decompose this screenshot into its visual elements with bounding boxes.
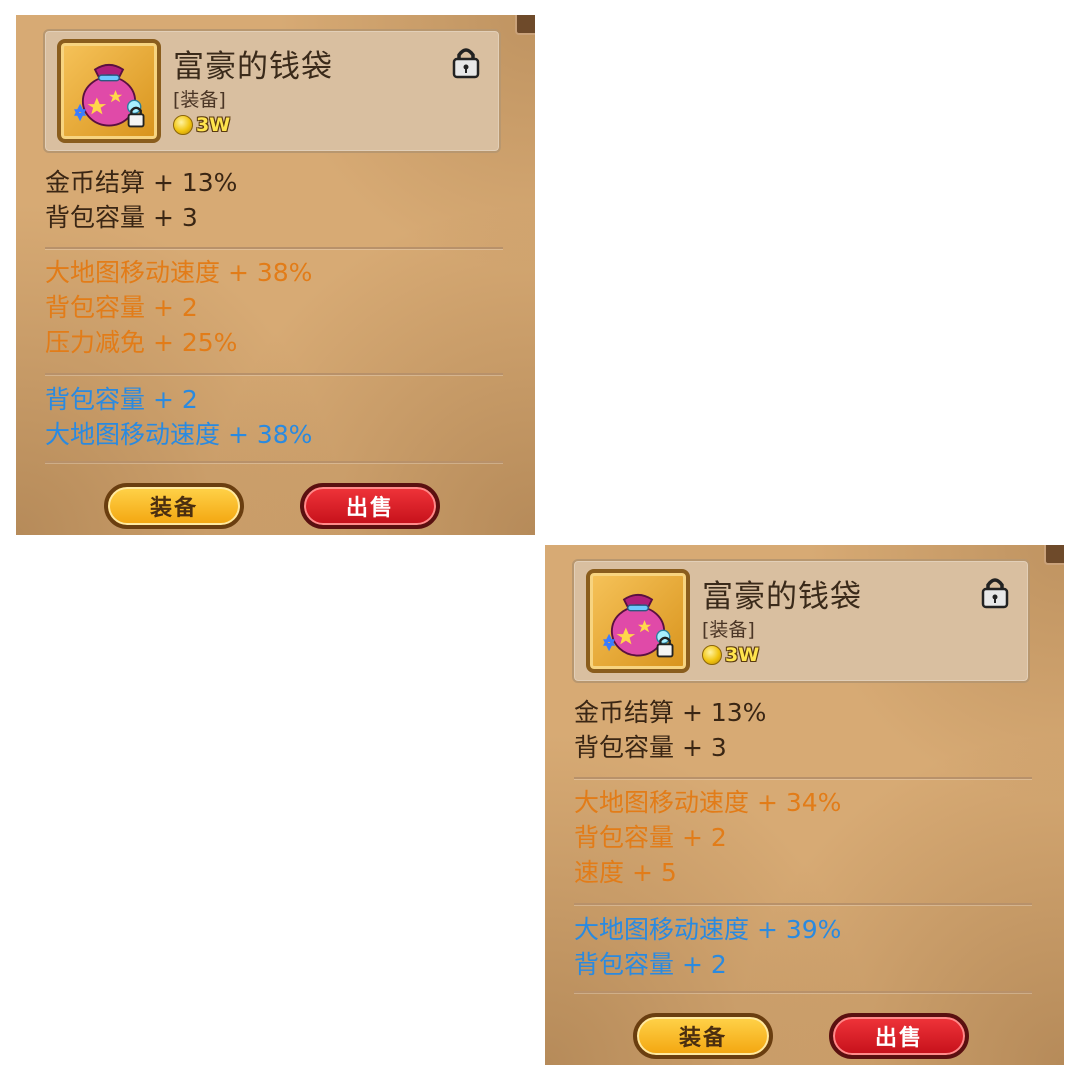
base-stat-line: 金币结算 + 13% bbox=[45, 168, 238, 197]
equip-button[interactable]: 装备 bbox=[104, 483, 244, 529]
base-stat-line: 金币结算 + 13% bbox=[574, 698, 767, 727]
price-value: 3W bbox=[725, 644, 760, 666]
money-bag-icon bbox=[74, 63, 145, 128]
equip-button-label: 装备 bbox=[678, 1026, 727, 1051]
money-bag-icon bbox=[603, 593, 674, 658]
corner-tab bbox=[515, 15, 535, 35]
equip-button-label: 装备 bbox=[149, 496, 198, 521]
price-row: 3W bbox=[702, 643, 759, 667]
item-tooltip-card-2: 富豪的钱袋 [装备] 3W 金币结算 + 13% 背包容量 + 3 大地图移动速… bbox=[545, 545, 1064, 1065]
item-type: [装备] bbox=[702, 619, 755, 641]
orange-stats: 大地图移动速度 + 34% 背包容量 + 2 速度 + 5 bbox=[574, 785, 1032, 890]
divider bbox=[574, 903, 1032, 905]
orange-stat-line: 大地图移动速度 + 34% bbox=[574, 788, 842, 817]
item-name: 富豪的钱袋 bbox=[173, 49, 333, 85]
item-icon-frame[interactable] bbox=[586, 569, 690, 673]
orange-stat-line: 背包容量 + 2 bbox=[45, 293, 198, 322]
item-header: 富豪的钱袋 [装备] 3W bbox=[572, 559, 1030, 683]
blue-stats: 大地图移动速度 + 39% 背包容量 + 2 bbox=[574, 912, 1032, 982]
divider bbox=[45, 247, 503, 249]
coin-icon bbox=[702, 645, 722, 665]
blue-stat-line: 大地图移动速度 + 38% bbox=[45, 420, 313, 449]
orange-stat-line: 背包容量 + 2 bbox=[574, 823, 727, 852]
orange-stat-line: 速度 + 5 bbox=[574, 858, 677, 887]
coin-icon bbox=[173, 115, 193, 135]
item-type: [装备] bbox=[173, 89, 226, 111]
orange-stat-line: 大地图移动速度 + 38% bbox=[45, 258, 313, 287]
blue-stats: 背包容量 + 2 大地图移动速度 + 38% bbox=[45, 382, 503, 452]
base-stat-line: 背包容量 + 3 bbox=[45, 203, 198, 232]
item-icon-frame[interactable] bbox=[57, 39, 161, 143]
sell-button[interactable]: 出售 bbox=[829, 1013, 969, 1059]
orange-stats: 大地图移动速度 + 38% 背包容量 + 2 压力减免 + 25% bbox=[45, 255, 503, 360]
sell-button[interactable]: 出售 bbox=[300, 483, 440, 529]
price-row: 3W bbox=[173, 113, 230, 137]
price-value: 3W bbox=[196, 114, 231, 136]
equip-button[interactable]: 装备 bbox=[633, 1013, 773, 1059]
item-header: 富豪的钱袋 [装备] 3W bbox=[43, 29, 501, 153]
lock-icon[interactable] bbox=[451, 45, 481, 79]
divider bbox=[574, 777, 1032, 779]
blue-stat-line: 背包容量 + 2 bbox=[574, 950, 727, 979]
base-stats: 金币结算 + 13% 背包容量 + 3 bbox=[574, 695, 1032, 765]
item-name: 富豪的钱袋 bbox=[702, 579, 862, 615]
base-stats: 金币结算 + 13% 背包容量 + 3 bbox=[45, 165, 503, 235]
sell-button-label: 出售 bbox=[345, 496, 394, 521]
divider bbox=[574, 991, 1032, 993]
base-stat-line: 背包容量 + 3 bbox=[574, 733, 727, 762]
blue-stat-line: 背包容量 + 2 bbox=[45, 385, 198, 414]
item-tooltip-card-1: 富豪的钱袋 [装备] 3W 金币结算 + 13% 背包容量 + 3 大地图移动速… bbox=[16, 15, 535, 535]
sell-button-label: 出售 bbox=[874, 1026, 923, 1051]
divider bbox=[45, 461, 503, 463]
corner-tab bbox=[1044, 545, 1064, 565]
blue-stat-line: 大地图移动速度 + 39% bbox=[574, 915, 842, 944]
lock-icon[interactable] bbox=[980, 575, 1010, 609]
orange-stat-line: 压力减免 + 25% bbox=[45, 328, 238, 357]
divider bbox=[45, 373, 503, 375]
